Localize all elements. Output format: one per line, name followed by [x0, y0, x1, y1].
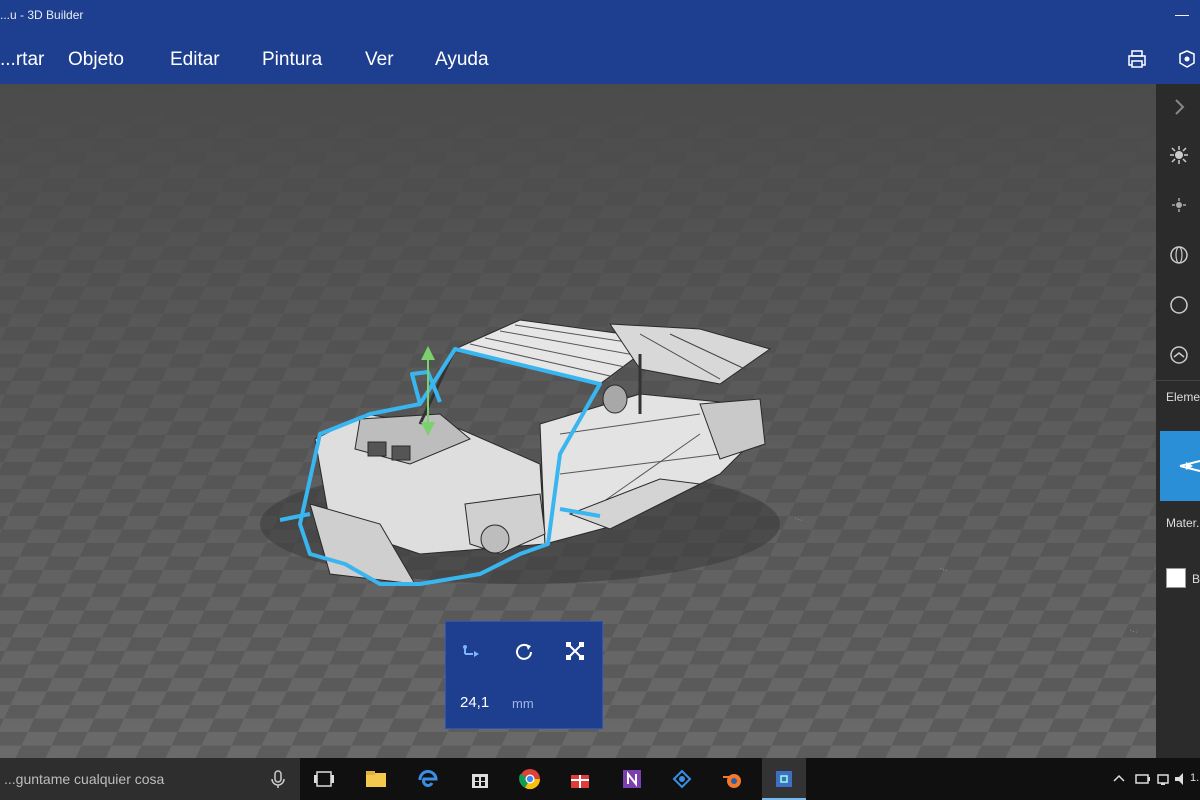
print-icon[interactable]	[1126, 48, 1148, 70]
transform-unit: mm	[512, 696, 534, 711]
menu-item-editar[interactable]: Editar	[170, 49, 220, 71]
scale-icon[interactable]	[564, 640, 586, 662]
side-panel: Eleme... Mater... B...	[1156, 84, 1200, 758]
taskbar: ...guntame cualquier cosa 1.	[0, 758, 1200, 800]
title-bar: ...u - 3D Builder —	[0, 0, 1200, 32]
3d-viewport[interactable]: ... ... ... 24,1 mm	[0, 84, 1156, 758]
collapse-chevron-icon[interactable]	[1168, 96, 1190, 118]
material-label: Mater...	[1166, 516, 1200, 530]
layer-icon[interactable]	[1168, 344, 1190, 366]
transform-value[interactable]: 24,1	[460, 694, 489, 711]
microphone-icon[interactable]	[266, 767, 290, 791]
menu-item-objeto[interactable]: Objeto	[68, 49, 124, 71]
light-dim-icon[interactable]	[1168, 194, 1190, 216]
circle-icon[interactable]	[1168, 294, 1190, 316]
task-view-icon[interactable]	[312, 767, 336, 791]
app-window: ...u - 3D Builder — ...rtar Objeto Edita…	[0, 0, 1200, 800]
onenote-icon[interactable]	[620, 767, 644, 791]
menu-item-pintura[interactable]: Pintura	[262, 49, 322, 71]
chrome-icon[interactable]	[518, 767, 542, 791]
3d-builder-icon[interactable]	[772, 767, 796, 791]
battery-icon[interactable]	[1134, 767, 1152, 791]
search-input[interactable]: ...guntame cualquier cosa	[4, 771, 164, 787]
active-element-tile[interactable]	[1160, 431, 1200, 501]
move-icon[interactable]	[460, 640, 482, 662]
material-swatch[interactable]	[1166, 568, 1186, 588]
gift-icon[interactable]	[568, 767, 592, 791]
menu-item-ayuda[interactable]: Ayuda	[435, 49, 489, 71]
light-icon[interactable]	[1168, 144, 1190, 166]
blender-icon[interactable]	[720, 767, 744, 791]
rotate-icon[interactable]	[513, 640, 535, 662]
menu-item-insertar[interactable]: ...rtar	[0, 49, 44, 71]
window-title: ...u - 3D Builder	[0, 8, 84, 22]
sphere-icon[interactable]	[1168, 244, 1190, 266]
volume-icon[interactable]	[1172, 767, 1190, 791]
search-box[interactable]: ...guntame cualquier cosa	[0, 758, 300, 800]
system-tray-chevron-icon[interactable]	[1110, 767, 1128, 791]
edge-icon[interactable]	[416, 767, 440, 791]
minimize-button[interactable]: —	[1172, 6, 1192, 26]
clock[interactable]: 1...	[1190, 772, 1200, 784]
network-icon[interactable]	[670, 767, 694, 791]
menu-bar: ...rtar Objeto Editar Pintura Ver Ayuda	[0, 32, 1200, 84]
file-explorer-icon[interactable]	[364, 767, 388, 791]
store-icon[interactable]	[468, 767, 492, 791]
material-swatch-label: B...	[1192, 572, 1200, 586]
transform-panel: 24,1 mm	[445, 621, 603, 729]
elements-label: Eleme...	[1166, 390, 1200, 404]
side-divider	[1156, 380, 1200, 381]
share-icon[interactable]	[1176, 48, 1198, 70]
menu-item-ver[interactable]: Ver	[365, 49, 394, 71]
